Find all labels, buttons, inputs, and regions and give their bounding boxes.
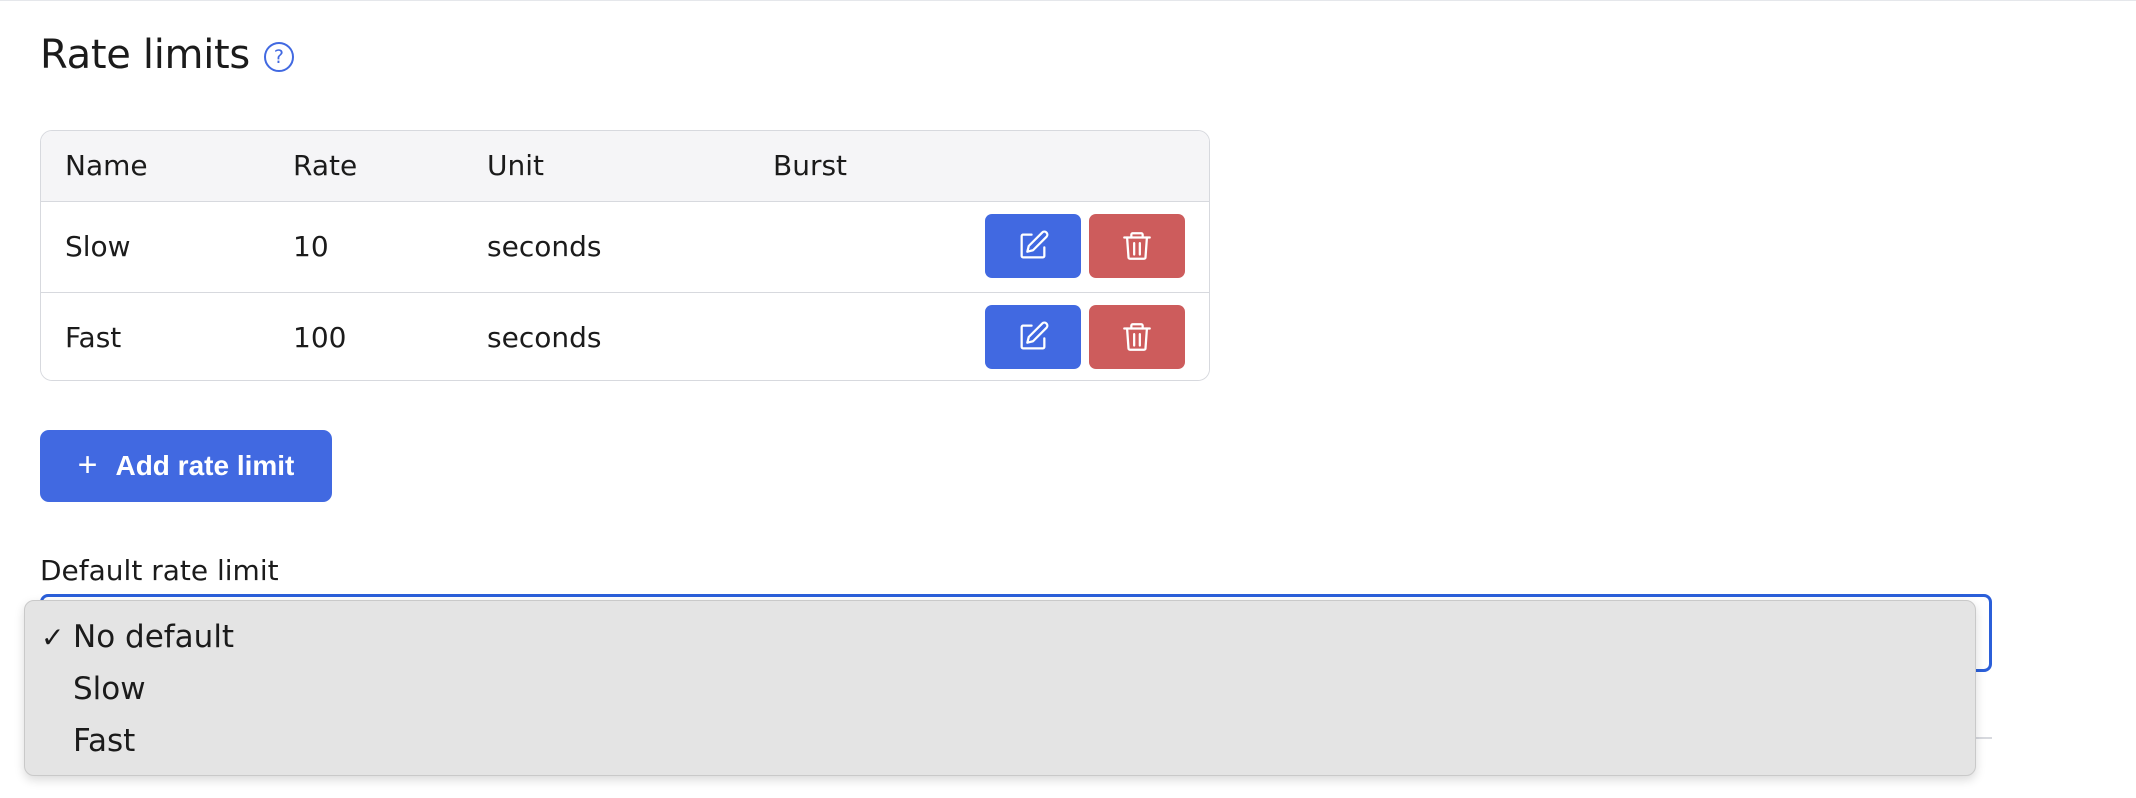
edit-button[interactable]: [985, 305, 1081, 369]
trash-icon: [1123, 232, 1151, 260]
column-header-burst: Burst: [773, 149, 848, 182]
row-actions: [985, 305, 1185, 369]
edit-icon: [1020, 230, 1049, 259]
column-header-rate: Rate: [293, 149, 358, 182]
column-header-unit: Unit: [487, 149, 544, 182]
column-header-name: Name: [65, 149, 148, 182]
row-name-cell: Fast: [65, 321, 122, 354]
row-unit-cell: seconds: [487, 230, 602, 263]
option-label: Fast: [73, 723, 136, 759]
dropdown-option-no-default[interactable]: ✓ No default: [25, 613, 1975, 665]
table-header: Name Rate Unit Burst: [41, 131, 1209, 202]
default-rate-limit-label: Default rate limit: [40, 554, 279, 587]
table-row: Slow 10 seconds: [41, 202, 1209, 292]
default-rate-limit-dropdown: ✓ No default Slow Fast: [24, 600, 1976, 776]
rate-limits-table: Name Rate Unit Burst Slow 10 seconds Fas…: [40, 130, 1210, 381]
delete-button[interactable]: [1089, 305, 1185, 369]
edit-button[interactable]: [985, 214, 1081, 278]
row-rate-cell: 100: [293, 321, 347, 354]
plus-icon: +: [77, 446, 98, 484]
add-rate-limit-button[interactable]: + Add rate limit: [40, 430, 332, 502]
page-header: Rate limits ?: [40, 32, 294, 78]
dropdown-option-slow[interactable]: Slow: [25, 665, 1975, 717]
dropdown-option-fast[interactable]: Fast: [25, 717, 1975, 769]
row-rate-cell: 10: [293, 230, 329, 263]
help-icon[interactable]: ?: [263, 42, 294, 72]
table-row: Fast 100 seconds: [41, 292, 1209, 380]
delete-button[interactable]: [1089, 214, 1185, 278]
row-name-cell: Slow: [65, 230, 131, 263]
check-icon: ✓: [41, 621, 65, 654]
option-label: No default: [73, 619, 235, 655]
top-divider: [0, 0, 2136, 1]
row-actions: [985, 214, 1185, 278]
page-title: Rate limits: [40, 32, 250, 78]
edit-icon: [1020, 321, 1049, 350]
option-label: Slow: [73, 671, 146, 707]
row-unit-cell: seconds: [487, 321, 602, 354]
add-rate-limit-label: Add rate limit: [115, 450, 295, 481]
trash-icon: [1123, 323, 1151, 351]
